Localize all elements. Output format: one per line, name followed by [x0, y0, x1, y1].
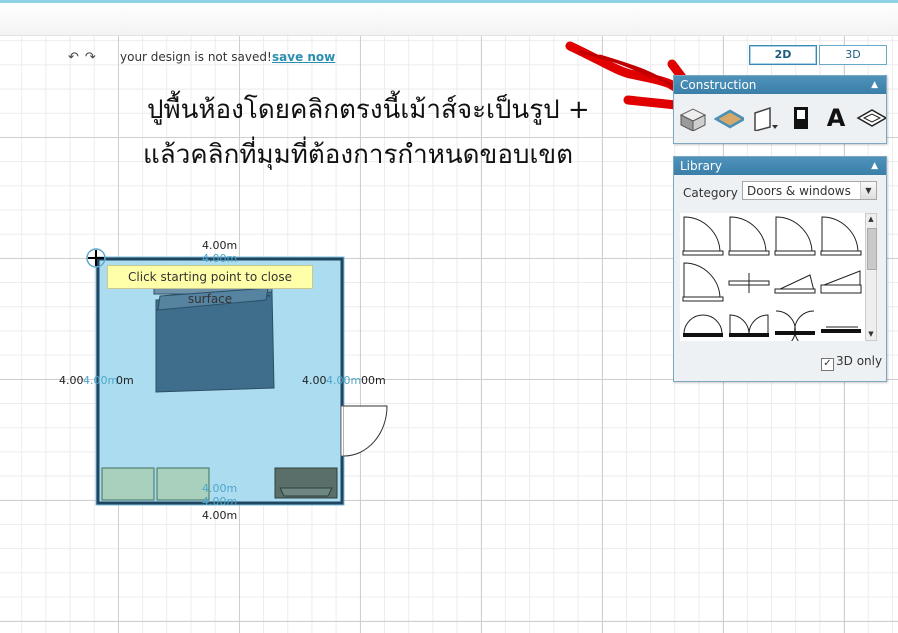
- text-tool[interactable]: A: [822, 104, 850, 132]
- chevron-down-icon: ▼: [860, 182, 876, 199]
- scroll-thumb[interactable]: [867, 228, 877, 270]
- dim-left-blue: 4.00m: [83, 374, 119, 387]
- sofa-cushion: [279, 487, 333, 497]
- crosshair-cursor: [86, 248, 106, 268]
- library-scrollbar[interactable]: ▲ ▼: [865, 213, 877, 341]
- library-item-window-1[interactable]: [728, 261, 770, 303]
- door-swing-arc: [343, 405, 388, 457]
- dim-top: 4.00m: [202, 239, 238, 252]
- instruction-line-1: ปูพื้นห้องโดยคลิกตรงนี้เม้าส์จะเป็นรูป +: [147, 95, 590, 125]
- dim-right-blue: 4.00m: [326, 374, 362, 387]
- construction-panel: Construction ▲ A: [673, 75, 887, 144]
- category-label: Category: [683, 186, 738, 200]
- library-item-door-3[interactable]: [774, 215, 816, 257]
- floor-icon: [714, 109, 744, 129]
- category-select[interactable]: Doors & windows ▼: [742, 181, 877, 200]
- library-item-door-4[interactable]: [820, 215, 862, 257]
- dim-bottom-blue-1: 4.00m: [202, 482, 238, 495]
- wall-3d-tool[interactable]: [678, 104, 708, 132]
- library-panel: Library ▲ Category Doors & windows ▼ ▲ ▼…: [673, 156, 887, 382]
- text-icon: A: [826, 104, 846, 132]
- scroll-down-icon[interactable]: ▼: [866, 329, 876, 340]
- library-item-window-3[interactable]: [820, 261, 862, 303]
- door-frame: [340, 405, 345, 457]
- construction-panel-header[interactable]: Construction ▲: [674, 76, 886, 94]
- wall-3d-icon: [679, 108, 707, 131]
- library-item-double-door-3[interactable]: [774, 307, 816, 341]
- door[interactable]: [340, 405, 388, 457]
- library-panel-header[interactable]: Library ▲: [674, 157, 886, 175]
- dim-right: 4.00: [302, 374, 327, 387]
- surface-icon: [856, 109, 886, 127]
- door-icon: [794, 107, 808, 129]
- cabinet-left-1[interactable]: [101, 467, 155, 501]
- library-panel-title: Library: [680, 159, 722, 173]
- dim-bottom-blue-2: 4.00m: [202, 495, 238, 508]
- library-items-grid: [680, 213, 866, 341]
- collapse-arrow-icon[interactable]: ▲: [871, 76, 878, 94]
- door-window-icon: [754, 106, 778, 131]
- construction-panel-title: Construction: [680, 78, 757, 92]
- dim-left: 4.00: [59, 374, 84, 387]
- close-surface-tooltip: Click starting point to close surface: [107, 265, 313, 306]
- checkbox-checked-icon: ✓: [821, 358, 834, 371]
- dim-left-tail: 0m: [116, 374, 134, 387]
- scroll-up-icon[interactable]: ▲: [866, 214, 876, 225]
- door-window-tool[interactable]: [750, 104, 780, 132]
- door-tool[interactable]: [786, 104, 816, 132]
- only-3d-checkbox[interactable]: ✓ 3D only: [821, 354, 882, 371]
- floor-tool[interactable]: [714, 104, 744, 132]
- category-value: Doors & windows: [747, 184, 851, 198]
- construction-tools: A: [674, 94, 886, 132]
- library-item-door-1[interactable]: [682, 215, 724, 257]
- library-item-double-door-1[interactable]: [682, 307, 724, 341]
- dim-top-blue: 4.00m: [202, 252, 238, 265]
- library-item-double-door-2[interactable]: [728, 307, 770, 341]
- dim-bottom: 4.00m: [202, 509, 238, 522]
- surface-tool[interactable]: [856, 104, 886, 132]
- library-item-door-2[interactable]: [728, 215, 770, 257]
- library-item-door-5[interactable]: [682, 261, 724, 303]
- collapse-arrow-icon[interactable]: ▲: [871, 157, 878, 175]
- instruction-line-2: แล้วคลิกที่มุมที่ต้องการกำหนดขอบเขต: [143, 140, 573, 170]
- library-item-sliding-door[interactable]: [820, 307, 862, 341]
- library-item-window-2[interactable]: [774, 261, 816, 303]
- only-3d-label: 3D only: [836, 354, 883, 368]
- dim-right-tail: 00m: [361, 374, 386, 387]
